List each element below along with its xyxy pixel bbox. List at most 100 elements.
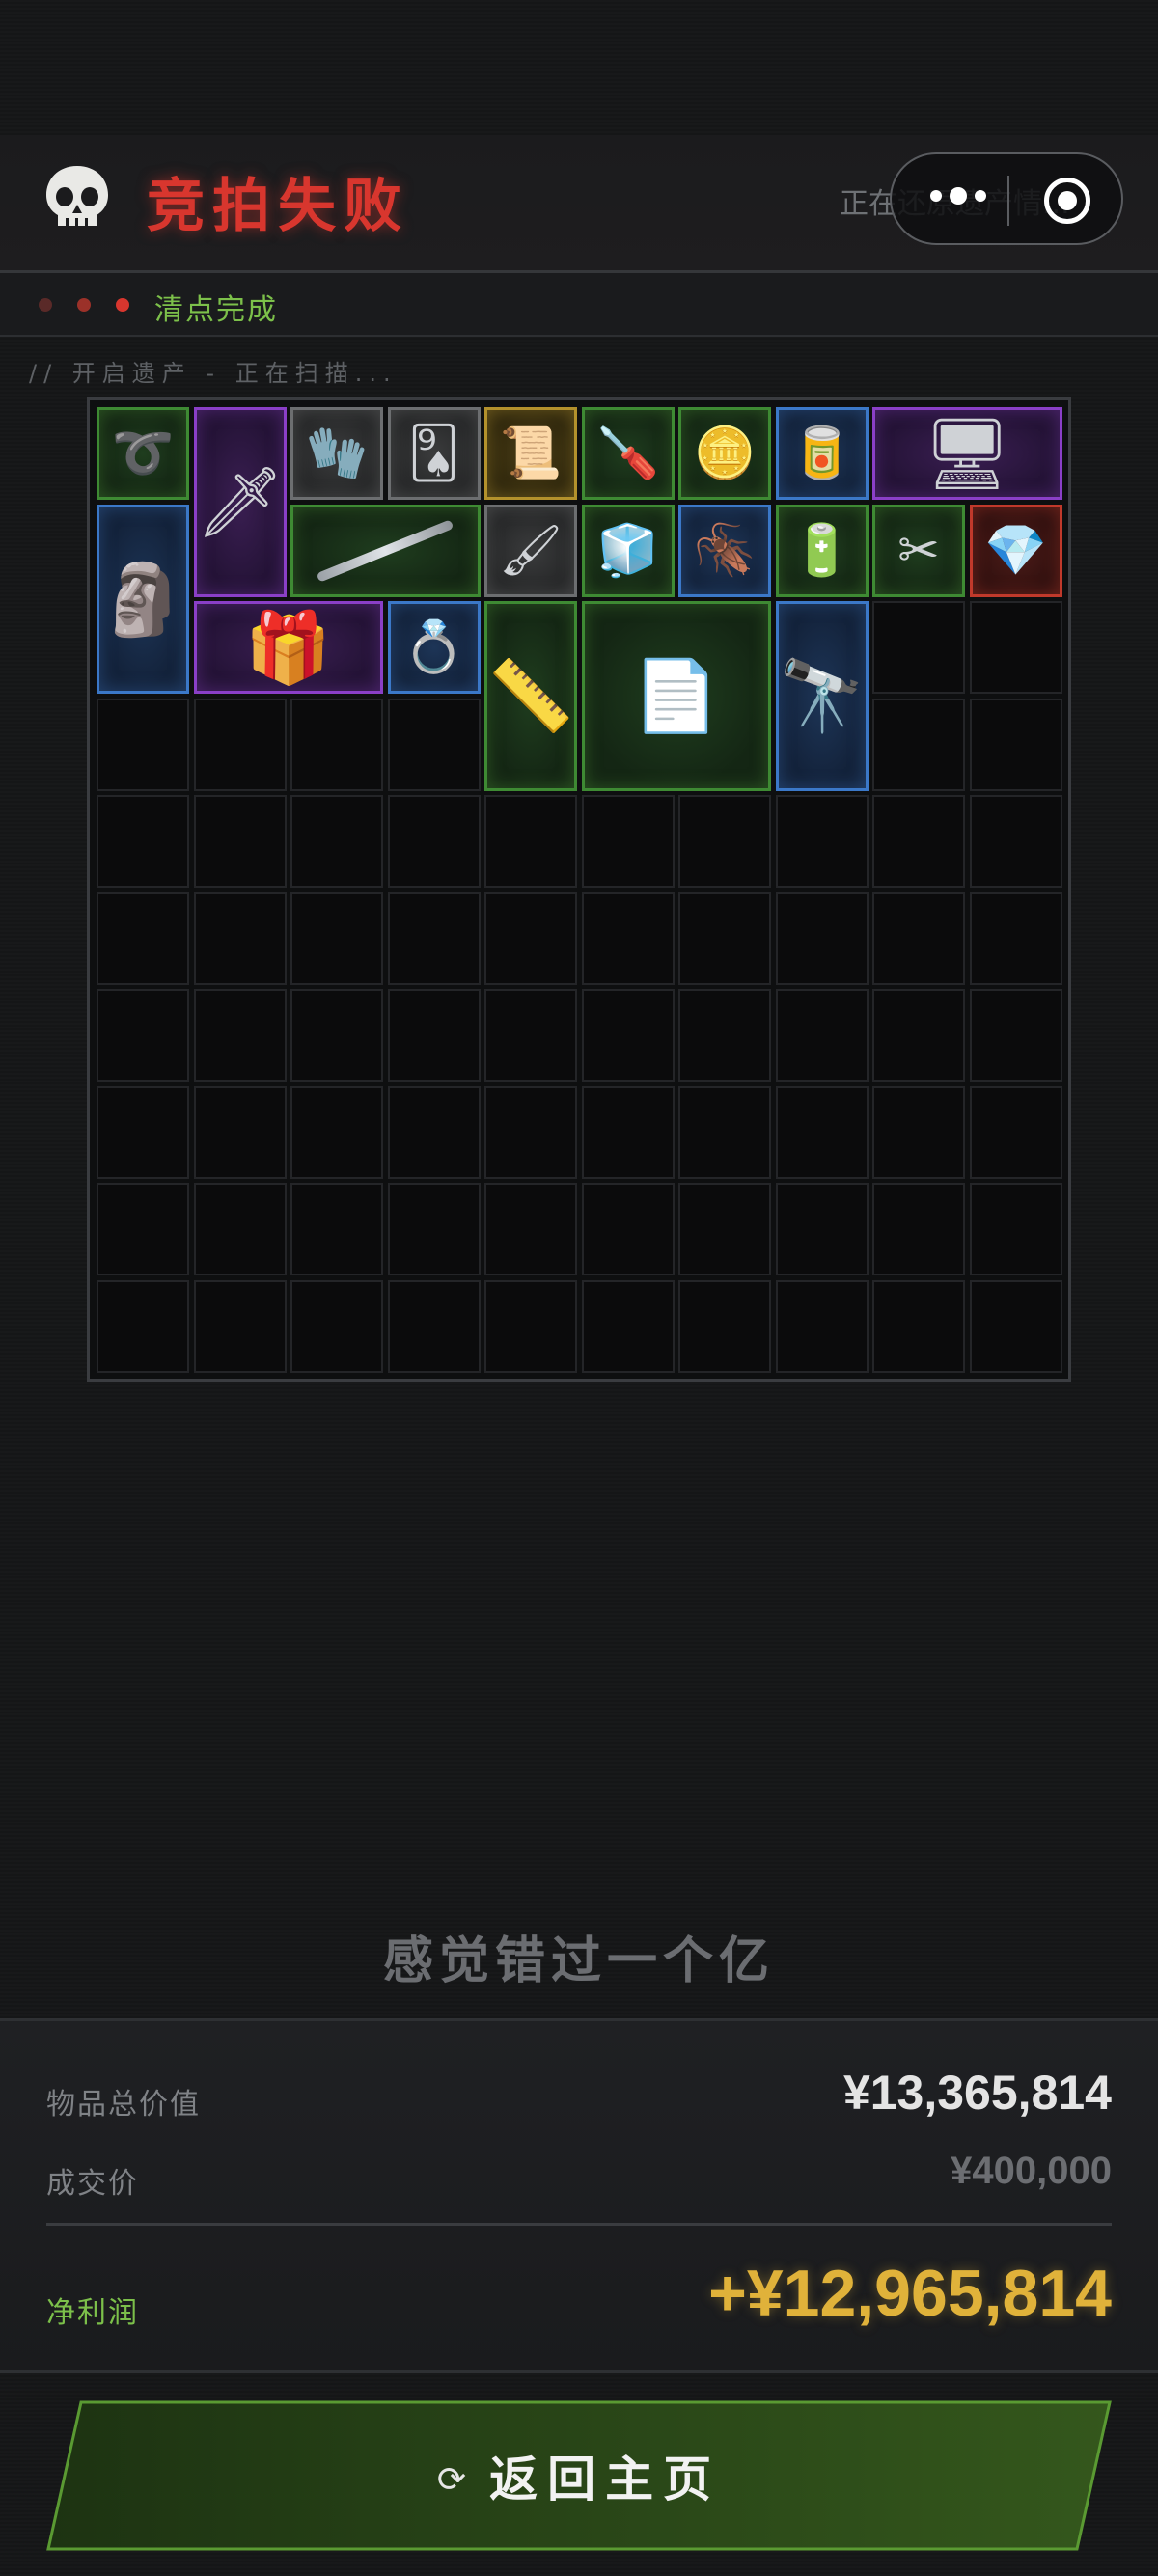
cockroach-icon: 🪳 [693, 521, 757, 580]
inventory-grid: ➰ 🗡 🧤 🂩 📜 🪛 🪙 🥫 🖥 🗿 🖌 🧊 🪳 🔋 ✂ 💎 🎁 💍 📏 📄 🔭 [87, 397, 1071, 1382]
grid-cell [678, 1085, 771, 1179]
grid-cell [872, 601, 965, 694]
rubber-glove-icon: 🧤 [305, 425, 369, 482]
grid-cell [775, 1085, 868, 1179]
grid-cell [775, 795, 868, 888]
grid-cell [193, 989, 287, 1082]
refresh-icon: ⟳ [436, 2459, 467, 2500]
mini-program-capsule[interactable] [890, 152, 1123, 245]
grid-cell [193, 891, 287, 985]
item-cockroach[interactable]: 🪳 [678, 504, 771, 597]
grid-cell [581, 891, 675, 985]
grid-cell [387, 989, 481, 1082]
grid-cell [872, 989, 965, 1082]
grid-cell [290, 698, 383, 791]
grid-cell [969, 698, 1062, 791]
status-dot [116, 298, 129, 312]
grid-cell [969, 891, 1062, 985]
grid-cell [387, 1183, 481, 1275]
tagline: 感觉错过一个亿 [382, 1932, 775, 1990]
deal-price: ¥400,000 [951, 2150, 1112, 2192]
item-circuit-board[interactable]: 🖥 [872, 407, 1062, 500]
return-home-button[interactable]: ⟳ 返回主页 [46, 2400, 1112, 2551]
diamond-icon: 💎 [984, 521, 1047, 580]
capsule-separator [1007, 176, 1009, 226]
item-batteries[interactable]: 🔋 [775, 504, 868, 597]
metal-bracelet-icon: 💍 [402, 618, 465, 676]
grid-cell [969, 1085, 1062, 1179]
item-soda-can[interactable]: 🥫 [775, 407, 868, 500]
grid-cell [775, 1279, 868, 1373]
summary-divider [46, 2223, 1112, 2226]
gold-scroll-icon: 📜 [499, 425, 563, 482]
item-diamond[interactable]: 💎 [969, 504, 1062, 597]
item-metal-bracelet[interactable]: 💍 [387, 601, 481, 694]
item-spirit-level[interactable]: 📏 [484, 601, 577, 791]
item-bronze-coin[interactable]: 🪙 [678, 407, 771, 500]
grid-cell [193, 698, 287, 791]
page-title: 竞拍失败 [147, 173, 409, 240]
grid-cell [193, 1279, 287, 1373]
grid-cell [969, 1279, 1062, 1373]
grid-cell [969, 989, 1062, 1082]
item-drawings[interactable]: 📄 [581, 601, 771, 791]
grid-cell [290, 989, 383, 1082]
grid-cell [290, 1085, 383, 1179]
close-target-icon[interactable] [1044, 178, 1090, 224]
item-statue[interactable]: 🗿 [96, 504, 189, 694]
drawings-icon: 📄 [632, 655, 720, 737]
crystal-box-icon: 🧊 [596, 521, 659, 580]
item-paint-brush[interactable]: 🖌 [484, 504, 577, 597]
grid-cell [387, 1085, 481, 1179]
pliers-icon: ✂ [897, 521, 940, 580]
grid-cell [96, 698, 189, 791]
grid-cell [484, 1085, 577, 1179]
grid-cell [872, 1183, 965, 1275]
item-telescope[interactable]: 🔭 [775, 601, 868, 791]
grid-cell [775, 1183, 868, 1275]
item-crystal-box[interactable]: 🧊 [581, 504, 675, 597]
skull-icon [46, 166, 108, 226]
grid-cell [581, 795, 675, 888]
grid-cell [290, 795, 383, 888]
grid-cell [96, 1085, 189, 1179]
item-screwdriver[interactable]: 🪛 [581, 407, 675, 500]
grid-cell [193, 1085, 287, 1179]
paint-brush-icon: 🖌 [498, 521, 563, 580]
rope-coil-icon: ➰ [111, 425, 175, 482]
grid-cell [96, 891, 189, 985]
item-gold-scroll[interactable]: 📜 [484, 407, 577, 500]
grid-cell [775, 891, 868, 985]
grid-cell [96, 1183, 189, 1275]
batteries-icon: 🔋 [790, 521, 853, 580]
grid-cell [290, 1279, 383, 1373]
grid-cell [290, 1183, 383, 1275]
grid-cell [678, 795, 771, 888]
grid-cell [96, 795, 189, 888]
item-rubber-glove[interactable]: 🧤 [290, 407, 383, 500]
grid-cell [387, 698, 481, 791]
more-icon[interactable] [930, 187, 986, 205]
grid-cell [678, 989, 771, 1082]
metal-rod-icon [316, 518, 455, 583]
item-playing-card[interactable]: 🂩 [387, 407, 481, 500]
item-golden-dagger[interactable]: 🗡 [193, 407, 287, 597]
status-dot [39, 298, 52, 312]
item-pliers[interactable]: ✂ [872, 504, 965, 597]
grid-cell [872, 1279, 965, 1373]
grid-cell [775, 989, 868, 1082]
grid-cell [872, 795, 965, 888]
edc-pack-icon: 🎁 [244, 607, 332, 688]
grid-cell [678, 1279, 771, 1373]
grid-cell [193, 1183, 287, 1275]
scan-line-text: // 开启遗产 - 正在扫描... [29, 360, 398, 387]
grid-cell [581, 1183, 675, 1275]
grid-cell [96, 989, 189, 1082]
grid-cell [581, 1085, 675, 1179]
grid-cell [872, 1085, 965, 1179]
item-metal-rod[interactable] [290, 504, 481, 597]
grid-cell [484, 795, 577, 888]
grid-cell [484, 891, 577, 985]
item-rope-coil[interactable]: ➰ [96, 407, 189, 500]
item-edc-pack[interactable]: 🎁 [193, 601, 383, 694]
